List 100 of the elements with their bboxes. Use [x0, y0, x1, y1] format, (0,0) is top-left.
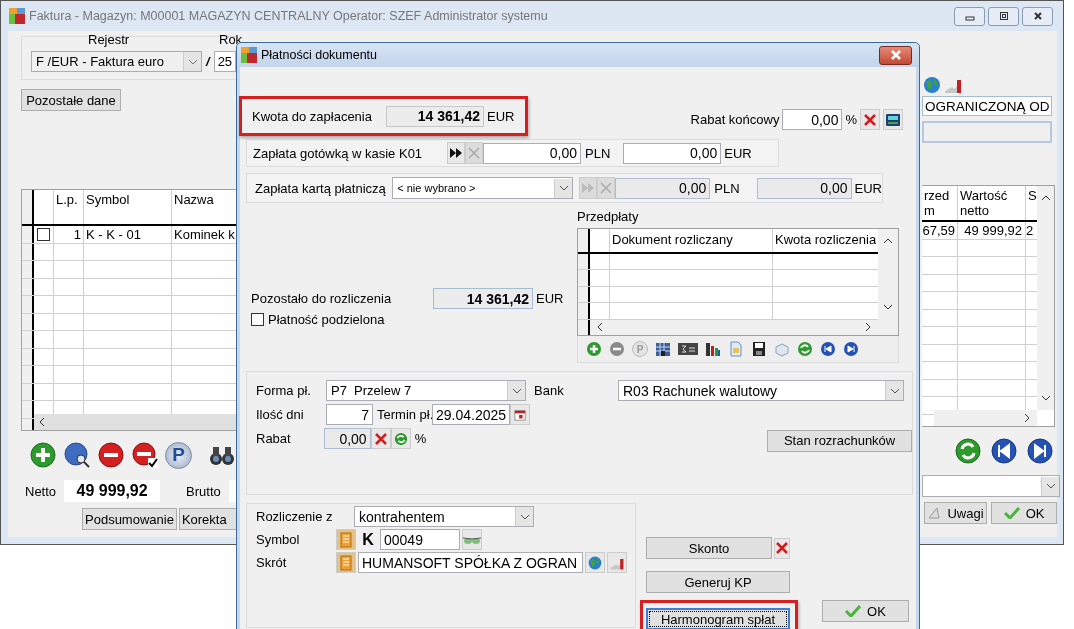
fast-forward-icon	[581, 182, 596, 194]
column-header: L.p.	[54, 190, 84, 224]
globe-button[interactable]	[585, 552, 605, 573]
pln-amount-field[interactable]: 0,00	[483, 142, 581, 164]
prepayments-label: Przedpłaty	[577, 209, 640, 225]
globe-icon[interactable]	[922, 75, 942, 95]
action-button[interactable]: Generuj KP	[646, 571, 790, 593]
next-icon[interactable]	[1026, 437, 1054, 465]
window-title: Faktura - Magazyn: M00001 MAGAZYN CENTRALNY Operator: SZEF Administrator systemu	[29, 9, 548, 23]
bank-dropdown[interactable]: R03 Rachunek walutowy	[618, 380, 904, 401]
refresh-icon[interactable]	[954, 437, 982, 465]
cross-icon	[863, 112, 877, 127]
vertical-scrollbar[interactable]	[878, 229, 898, 335]
refresh-icon[interactable]	[797, 341, 813, 357]
short-name-field[interactable]: HUMANSOFT SPÓŁKA Z OGRAN	[358, 552, 583, 573]
save-icon[interactable]	[751, 341, 767, 357]
register-dropdown[interactable]: F /EUR - Faktura euro	[31, 51, 202, 72]
chart-icon[interactable]	[705, 341, 721, 357]
currency-label: EUR	[854, 180, 882, 196]
currency-label: PLN	[714, 180, 740, 196]
add-icon[interactable]	[586, 341, 602, 357]
calendar-button[interactable]	[510, 404, 530, 425]
remaining-label: Pozostało do rozliczenia	[251, 291, 393, 306]
add-icon[interactable]	[29, 441, 57, 469]
percent-label: %	[414, 431, 427, 446]
payment-form-dropdown[interactable]: P7 Przelew 7	[326, 380, 526, 401]
sum-icon[interactable]	[678, 342, 698, 356]
remove-checked-icon[interactable]	[131, 441, 159, 469]
previous-icon[interactable]	[990, 437, 1018, 465]
days-field[interactable]: 7	[326, 404, 373, 425]
split-payment-checkbox[interactable]	[251, 313, 264, 326]
horizontal-scrollbar[interactable]	[934, 410, 1037, 426]
summary-button[interactable]: Korekta	[178, 508, 237, 530]
client-field[interactable]: OGRANICZONĄ OD	[922, 96, 1052, 116]
split-payment-label: Płatność podzielona	[268, 312, 385, 327]
final-discount-field[interactable]: 0,00	[782, 109, 843, 130]
ok-button[interactable]: OK	[991, 502, 1057, 524]
scroll-up-icon	[883, 237, 894, 245]
year-label: Rok	[219, 32, 243, 47]
summary-button[interactable]: Podsumowanie	[82, 508, 177, 530]
discount-field[interactable]: 0,00	[324, 428, 371, 449]
clear-button[interactable]	[370, 428, 391, 449]
horizontal-scrollbar[interactable]	[34, 414, 237, 430]
check-icon	[1003, 507, 1020, 519]
currency-label: EUR	[724, 145, 752, 161]
action-button[interactable]: Skonto	[646, 537, 772, 559]
settlement-dropdown[interactable]: kontrahentem	[354, 506, 534, 527]
table-cell: K - K - 01	[84, 226, 172, 243]
caret-icon	[187, 58, 198, 65]
restore-icon	[998, 11, 1009, 21]
refresh-button[interactable]	[390, 428, 411, 449]
close-button[interactable]	[879, 45, 912, 65]
clear-button[interactable]	[860, 109, 880, 130]
remaining-value: 14 361,42	[433, 288, 533, 309]
symbol-label: Symbol	[256, 532, 301, 547]
caret-icon	[558, 185, 569, 191]
caret-icon	[519, 513, 530, 520]
maximize-button[interactable]	[988, 6, 1019, 26]
close-button[interactable]	[1022, 6, 1053, 26]
balance-button[interactable]: Stan rozrachunków	[767, 429, 912, 452]
notes-button[interactable]: Uwagi	[924, 502, 988, 524]
client-address-field[interactable]	[922, 121, 1052, 143]
fast-forward-icon	[449, 147, 463, 159]
remove-icon[interactable]	[97, 441, 125, 469]
p-button[interactable]: P	[165, 441, 192, 469]
last-icon[interactable]	[843, 341, 859, 357]
year-field[interactable]: 25	[213, 51, 236, 72]
row-checkbox[interactable]	[37, 227, 50, 241]
eur-amount-field[interactable]: 0,00	[623, 142, 722, 164]
other-data-button[interactable]: Pozostałe dane	[21, 89, 121, 111]
ok-button[interactable]: OK	[822, 600, 909, 622]
scroll-down-icon	[1040, 394, 1051, 402]
close-icon	[1032, 11, 1043, 21]
vertical-scrollbar[interactable]	[1037, 186, 1054, 410]
first-icon[interactable]	[820, 341, 836, 357]
building-icon[interactable]	[655, 341, 671, 357]
glasses-icon	[463, 534, 481, 545]
caret-icon	[889, 387, 900, 394]
register-label: Rejestr	[88, 32, 130, 47]
separator-slash: /	[206, 54, 210, 69]
scroll-right-icon	[864, 322, 873, 333]
glasses-button[interactable]	[462, 529, 482, 550]
scroll-down-icon	[883, 303, 894, 311]
fast-forward-button[interactable]	[447, 142, 465, 164]
caret-icon	[511, 387, 522, 394]
column-header: Symbol	[84, 190, 172, 224]
currency-label: PLN	[585, 145, 611, 161]
currency-label: EUR	[536, 291, 564, 306]
cross-icon	[599, 181, 614, 195]
chart-button[interactable]	[607, 552, 627, 573]
due-date-field[interactable]: 29.04.2025	[432, 404, 510, 425]
amount-value: 14 361,42	[386, 105, 484, 127]
search-icon[interactable]	[63, 441, 91, 469]
table-cell: 1	[54, 226, 84, 243]
book-icon	[340, 531, 352, 548]
clear-button[interactable]	[774, 537, 790, 559]
calculator-button[interactable]	[883, 109, 903, 130]
symbol-field[interactable]: 00049	[380, 529, 460, 550]
discount-label: Rabat	[256, 431, 292, 446]
action-button[interactable]: Harmonogram spłat	[646, 608, 790, 629]
